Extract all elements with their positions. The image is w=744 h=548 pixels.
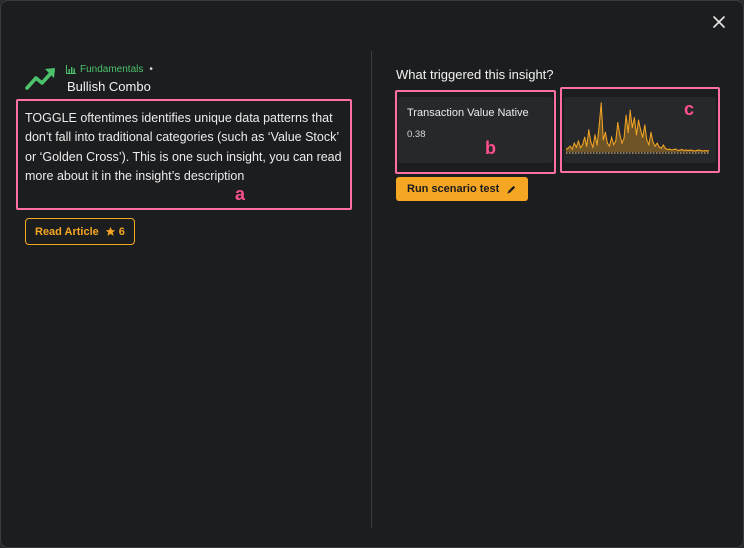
run-scenario-test-button[interactable]: Run scenario test (396, 177, 529, 201)
column-divider (371, 51, 372, 528)
read-article-button[interactable]: Read Article 6 (25, 218, 135, 245)
trigger-heading: What triggered this insight? (396, 67, 554, 82)
insight-title: Bullish Combo (67, 79, 151, 94)
category-label: Fundamentals (80, 64, 144, 75)
annotation-marker-b: b (485, 138, 496, 158)
annotation-marker-a: a (235, 184, 246, 204)
trending-up-icon (25, 68, 55, 90)
star-count: 6 (118, 225, 125, 238)
category-dot: • (149, 64, 153, 75)
close-button[interactable] (709, 12, 729, 32)
annotation-box-c (560, 87, 720, 173)
close-icon (713, 16, 725, 28)
insight-category: Fundamentals • (66, 64, 153, 75)
run-scenario-label: Run scenario test (407, 183, 500, 195)
bar-chart-icon (66, 65, 76, 74)
annotation-box-b (395, 90, 556, 174)
pencil-icon (507, 185, 516, 194)
annotation-marker-c: c (684, 99, 695, 119)
read-article-label: Read Article (35, 225, 99, 238)
insight-description: TOGGLE oftentimes identifies unique data… (25, 111, 342, 183)
insight-modal: Fundamentals • Bullish Combo TOGGLE ofte… (0, 0, 744, 548)
star-icon (105, 226, 116, 236)
star-count-badge: 6 (105, 226, 125, 238)
